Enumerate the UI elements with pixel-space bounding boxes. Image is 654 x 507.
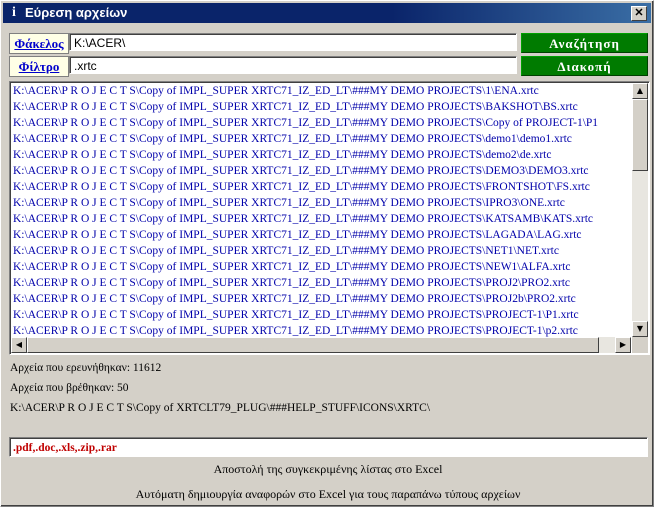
scroll-down-button[interactable]: ▼: [632, 321, 648, 337]
list-item[interactable]: K:\ACER\P R O J E C T S\Copy of IMPL_SUP…: [13, 307, 630, 323]
list-item[interactable]: K:\ACER\P R O J E C T S\Copy of IMPL_SUP…: [13, 259, 630, 275]
scrollbar-corner: [632, 337, 648, 353]
list-item[interactable]: K:\ACER\P R O J E C T S\Copy of IMPL_SUP…: [13, 227, 630, 243]
search-button[interactable]: Αναζήτηση: [521, 33, 648, 53]
horizontal-scrollbar[interactable]: ◀ ▶: [11, 337, 631, 353]
arrow-down-icon: ▼: [636, 324, 644, 333]
extensions-input[interactable]: .pdf,.doc,.xls,.zip,.rar: [9, 437, 648, 457]
list-item[interactable]: K:\ACER\P R O J E C T S\Copy of IMPL_SUP…: [13, 291, 630, 307]
filter-label[interactable]: Φίλτρο: [9, 56, 69, 77]
list-item[interactable]: K:\ACER\P R O J E C T S\Copy of IMPL_SUP…: [13, 131, 630, 147]
current-path: K:\ACER\P R O J E C T S\Copy of XRTCLT79…: [10, 402, 431, 414]
arrow-up-icon: ▲: [636, 86, 644, 95]
auto-report-excel-button[interactable]: Αυτόματη δημιουργία αναφορών στο Excel γ…: [1, 487, 654, 502]
title-bar[interactable]: i Εύρεση αρχείων ✕: [3, 3, 651, 23]
find-files-window: i Εύρεση αρχείων ✕ Φάκελος K:\ACER\ Αναζ…: [0, 0, 654, 507]
vertical-scrollbar[interactable]: ▲ ▼: [632, 83, 648, 337]
stop-button[interactable]: Διακοπή: [521, 56, 648, 76]
found-count: Αρχεία που βρέθηκαν: 50: [10, 382, 129, 394]
list-item[interactable]: K:\ACER\P R O J E C T S\Copy of IMPL_SUP…: [13, 83, 630, 99]
scroll-left-button[interactable]: ◀: [11, 337, 27, 353]
list-item[interactable]: K:\ACER\P R O J E C T S\Copy of IMPL_SUP…: [13, 163, 630, 179]
scroll-up-button[interactable]: ▲: [632, 83, 648, 99]
horizontal-scroll-thumb[interactable]: [27, 337, 599, 353]
list-item[interactable]: K:\ACER\P R O J E C T S\Copy of IMPL_SUP…: [13, 211, 630, 227]
scroll-right-button[interactable]: ▶: [615, 337, 631, 353]
info-icon: i: [12, 5, 16, 20]
folder-label[interactable]: Φάκελος: [9, 33, 69, 54]
results-list[interactable]: K:\ACER\P R O J E C T S\Copy of IMPL_SUP…: [9, 81, 650, 355]
close-icon: ✕: [634, 7, 644, 19]
searched-count: Αρχεία που ερευνήθηκαν: 11612: [10, 362, 162, 374]
vertical-scroll-thumb[interactable]: [632, 99, 648, 171]
send-list-to-excel-button[interactable]: Αποστολή της συγκεκριμένης λίστας στο Ex…: [1, 462, 654, 477]
window-title: Εύρεση αρχείων: [25, 5, 128, 20]
arrow-right-icon: ▶: [619, 340, 627, 349]
list-item[interactable]: K:\ACER\P R O J E C T S\Copy of IMPL_SUP…: [13, 115, 630, 131]
list-item[interactable]: K:\ACER\P R O J E C T S\Copy of IMPL_SUP…: [13, 179, 630, 195]
results-rows: K:\ACER\P R O J E C T S\Copy of IMPL_SUP…: [13, 83, 630, 337]
filter-input[interactable]: .xrtc: [69, 56, 517, 74]
list-item[interactable]: K:\ACER\P R O J E C T S\Copy of IMPL_SUP…: [13, 323, 630, 337]
folder-input[interactable]: K:\ACER\: [69, 33, 517, 51]
list-item[interactable]: K:\ACER\P R O J E C T S\Copy of IMPL_SUP…: [13, 99, 630, 115]
list-item[interactable]: K:\ACER\P R O J E C T S\Copy of IMPL_SUP…: [13, 195, 630, 211]
arrow-left-icon: ◀: [15, 340, 23, 349]
list-item[interactable]: K:\ACER\P R O J E C T S\Copy of IMPL_SUP…: [13, 275, 630, 291]
close-button[interactable]: ✕: [631, 6, 647, 21]
list-item[interactable]: K:\ACER\P R O J E C T S\Copy of IMPL_SUP…: [13, 147, 630, 163]
list-item[interactable]: K:\ACER\P R O J E C T S\Copy of IMPL_SUP…: [13, 243, 630, 259]
